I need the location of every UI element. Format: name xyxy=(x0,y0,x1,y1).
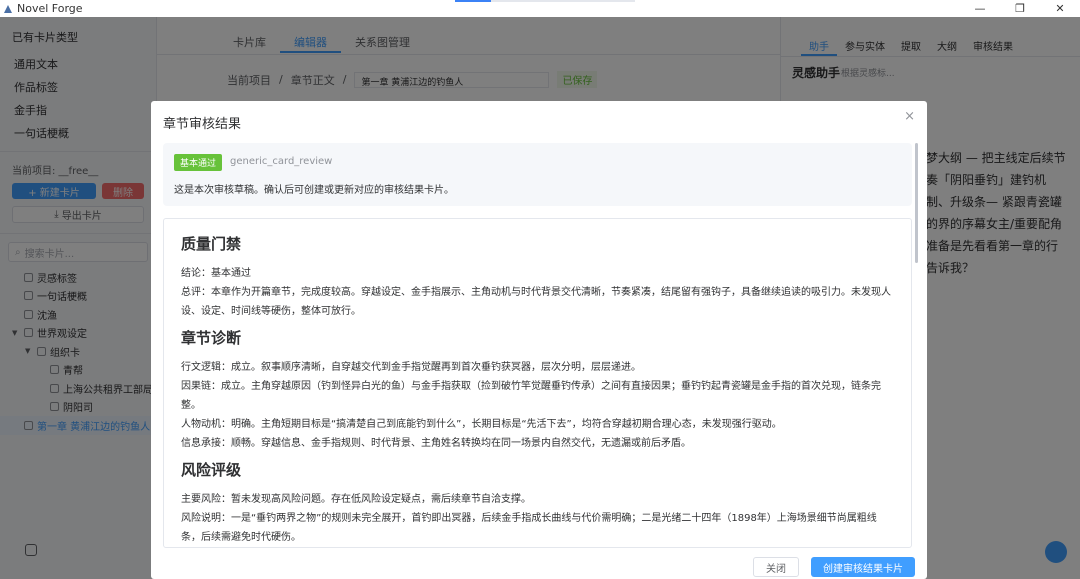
section-heading: 质量门禁 xyxy=(181,235,242,253)
loading-progress-bar xyxy=(455,0,635,2)
section-paragraph: 人物动机：明确。主角短期目标是“搞清楚自己到底能钓到什么”，长期目标是“先活下去… xyxy=(181,419,782,430)
section-paragraph: 风险说明：一是“垂钓两界之物”的规则未完全展开，首钓即出冥器，后续金手指成长曲线… xyxy=(181,513,877,543)
review-summary: 基本通过 generic_card_review 这是本次审核草稿。确认后可创建… xyxy=(163,143,912,206)
minimize-button[interactable]: — xyxy=(960,0,1000,17)
app-logo-icon xyxy=(3,4,13,14)
window-title: Novel Forge xyxy=(17,2,83,15)
close-icon[interactable]: × xyxy=(904,109,915,124)
dialog-scrollbar[interactable] xyxy=(915,143,918,263)
section-paragraph: 总评：本章作为开篇章节，完成度较高。穿越设定、金手指展示、主角动机与时代背景交代… xyxy=(181,287,891,317)
status-badge: 基本通过 xyxy=(174,154,223,171)
section-paragraph: 因果链：成立。主角穿越原因（钓到怪异白光的鱼）与金手指获取（捡到破竹竿觉醒垂钓传… xyxy=(181,381,881,411)
close-window-button[interactable]: ✕ xyxy=(1040,0,1080,17)
section-paragraph: 主要风险：暂未发现高风险问题。存在低风险设定疑点，需后续章节自洽支撑。 xyxy=(181,494,531,505)
card-type-label: generic_card_review xyxy=(230,156,333,167)
loading-progress-fill xyxy=(455,0,491,2)
section-paragraph: 结论：基本通过 xyxy=(181,268,251,279)
create-review-card-button[interactable]: 创建审核结果卡片 xyxy=(811,557,915,577)
title-bar: Novel Forge — ❐ ✕ xyxy=(0,0,1080,17)
section-paragraph: 行文逻辑：成立。叙事顺序清晰，自穿越交代到金手指觉醒再到首次垂钓获冥器，层次分明… xyxy=(181,362,641,373)
maximize-button[interactable]: ❐ xyxy=(1000,0,1040,17)
summary-text: 这是本次审核草稿。确认后可创建或更新对应的审核结果卡片。 xyxy=(174,185,454,196)
section-heading: 章节诊断 xyxy=(181,329,242,347)
chapter-review-dialog: 章节审核结果 × 基本通过 generic_card_review 这是本次审核… xyxy=(151,101,927,579)
dialog-title: 章节审核结果 xyxy=(163,117,242,132)
section-heading: 风险评级 xyxy=(181,461,242,479)
section-paragraph: 信息承接：顺畅。穿越信息、金手指规则、时代背景、主角姓名转换均在同一场景内自然交… xyxy=(181,438,691,449)
review-report: 质量门禁结论：基本通过总评：本章作为开篇章节，完成度较高。穿越设定、金手指展示、… xyxy=(163,218,912,548)
close-button[interactable]: 关闭 xyxy=(753,557,799,577)
